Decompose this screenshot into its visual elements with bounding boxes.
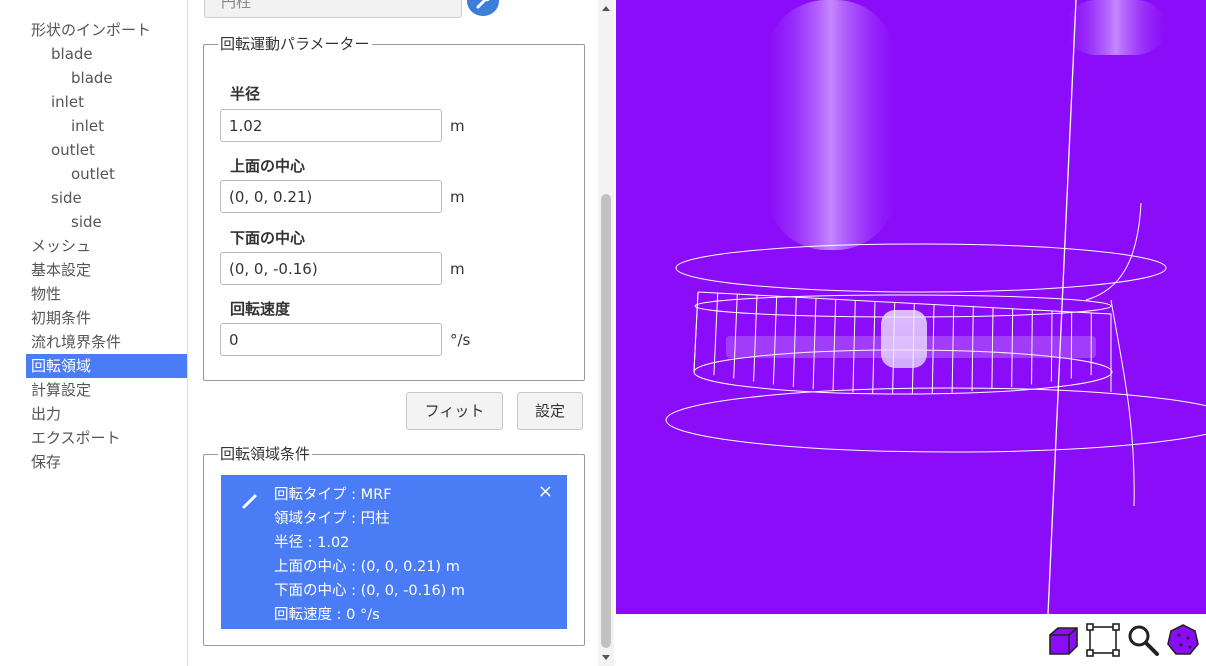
rotation-conditions-legend: 回転領域条件 bbox=[218, 445, 313, 463]
tree-item-blade[interactable]: blade bbox=[26, 42, 187, 66]
condition-speed: 回転速度 : 0 °/s bbox=[274, 607, 380, 623]
tree-item-flow-boundary[interactable]: 流れ境界条件 bbox=[26, 330, 187, 354]
radius-input[interactable] bbox=[220, 109, 442, 142]
tree-item-side[interactable]: side bbox=[26, 186, 187, 210]
top-center-unit: m bbox=[450, 188, 465, 206]
outlet-shape bbox=[1066, 0, 1166, 55]
rotation-conditions-group: 回転領域条件 × 回転タイプ : MRF 領域タイプ : 円柱 半径 : 1.0… bbox=[203, 445, 585, 646]
tree-item-outlet-child[interactable]: outlet bbox=[26, 162, 187, 186]
tree-item-calc-settings[interactable]: 計算設定 bbox=[26, 378, 187, 402]
settings-panel: 円柱 回転運動パラメーター 半径 m 上面の中心 m 下面の中心 m 回転速度 … bbox=[188, 0, 598, 666]
rotation-params-group: 回転運動パラメーター 半径 m 上面の中心 m 下面の中心 m 回転速度 °/s bbox=[203, 35, 585, 381]
close-icon[interactable]: × bbox=[538, 481, 553, 502]
top-center-label: 上面の中心 bbox=[230, 157, 306, 175]
tree-item-inlet[interactable]: inlet bbox=[26, 90, 187, 114]
condition-bottom-center: 下面の中心 : (0, 0, -0.16) m bbox=[274, 583, 466, 599]
bottom-center-unit: m bbox=[450, 260, 465, 278]
rotation-params-legend: 回転運動パラメーター bbox=[218, 35, 372, 53]
panel-scrollbar[interactable] bbox=[598, 0, 614, 666]
conditions-alert: × 回転タイプ : MRF 領域タイプ : 円柱 半径 : 1.02 上面の中心… bbox=[221, 475, 567, 629]
tree-item-outlet[interactable]: outlet bbox=[26, 138, 187, 162]
condition-top-center: 上面の中心 : (0, 0, 0.21) m bbox=[274, 559, 460, 575]
bottom-center-input[interactable] bbox=[220, 252, 442, 285]
condition-region-type: 領域タイプ : 円柱 bbox=[274, 511, 390, 527]
tree-item-side-child[interactable]: side bbox=[26, 210, 187, 234]
speed-label: 回転速度 bbox=[230, 300, 291, 318]
tree-item-rotation-region[interactable]: 回転領域 bbox=[26, 354, 187, 378]
shape-type-select[interactable]: 円柱 bbox=[204, 0, 462, 18]
top-center-input[interactable] bbox=[220, 180, 442, 213]
edit-button[interactable] bbox=[467, 0, 499, 16]
view-toolbar bbox=[616, 614, 1206, 666]
tree-item-properties[interactable]: 物性 bbox=[26, 282, 187, 306]
wrench-icon bbox=[476, 0, 490, 9]
radius-label: 半径 bbox=[230, 85, 261, 103]
tree-item-mesh[interactable]: メッシュ bbox=[26, 234, 187, 258]
tree-item-inlet-child[interactable]: inlet bbox=[26, 114, 187, 138]
inlet-shape bbox=[766, 0, 896, 250]
tree-item-basic-settings[interactable]: 基本設定 bbox=[26, 258, 187, 282]
tree-item-output[interactable]: 出力 bbox=[26, 402, 187, 426]
box-view-icon[interactable] bbox=[1046, 623, 1080, 657]
3d-viewport[interactable] bbox=[616, 0, 1206, 614]
tree-item-save[interactable]: 保存 bbox=[26, 450, 187, 474]
scrollbar-thumb[interactable] bbox=[601, 194, 611, 648]
scroll-down-arrow-icon[interactable] bbox=[601, 652, 611, 662]
speed-input[interactable] bbox=[220, 323, 442, 356]
tree-item-blade-child[interactable]: blade bbox=[26, 66, 187, 90]
fit-view-icon[interactable] bbox=[1086, 623, 1120, 657]
mesh-render bbox=[665, 0, 1206, 614]
polyhedron-icon[interactable] bbox=[1166, 623, 1200, 657]
wrench-icon bbox=[242, 491, 260, 509]
set-button[interactable]: 設定 bbox=[517, 392, 583, 430]
zoom-icon[interactable] bbox=[1126, 623, 1160, 657]
bottom-center-label: 下面の中心 bbox=[230, 229, 306, 247]
tree-item-initial-conditions[interactable]: 初期条件 bbox=[26, 306, 187, 330]
sidebar-tree: 形状のインポート blade blade inlet inlet outlet … bbox=[0, 0, 188, 666]
tree-item-export[interactable]: エクスポート bbox=[26, 426, 187, 450]
scroll-up-arrow-icon[interactable] bbox=[601, 4, 611, 14]
speed-unit: °/s bbox=[450, 331, 471, 349]
condition-rotation-type: 回転タイプ : MRF bbox=[274, 487, 392, 503]
fit-button[interactable]: フィット bbox=[406, 392, 503, 430]
radius-unit: m bbox=[450, 117, 465, 135]
condition-radius: 半径 : 1.02 bbox=[274, 535, 350, 551]
tree-item-shape-import[interactable]: 形状のインポート bbox=[26, 18, 187, 42]
